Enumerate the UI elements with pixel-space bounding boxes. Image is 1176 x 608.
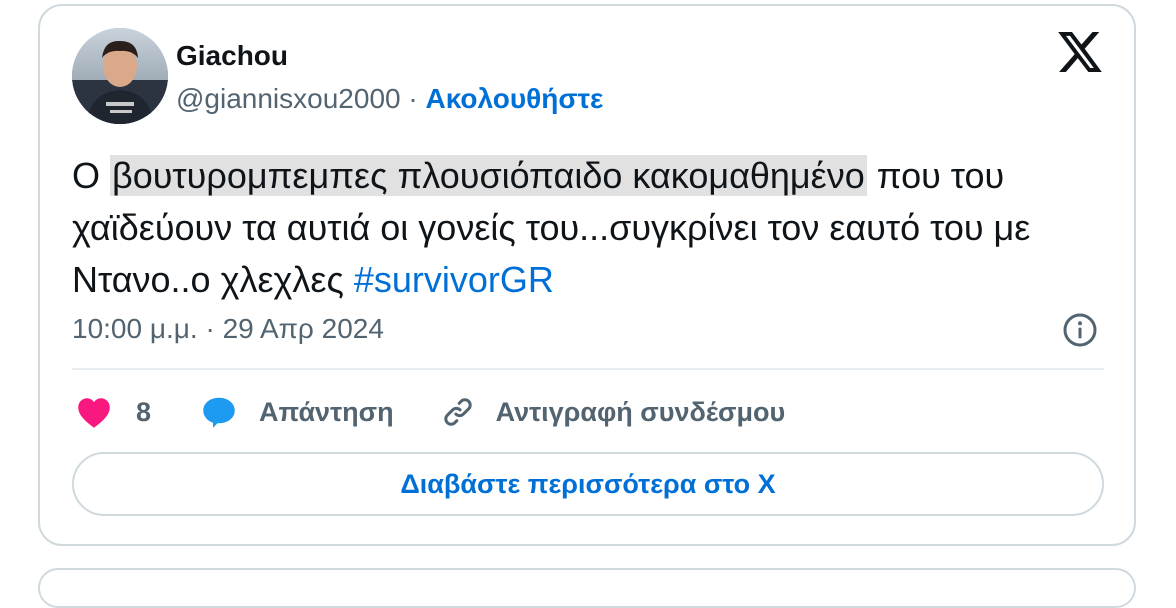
- info-icon[interactable]: [1062, 312, 1098, 348]
- tweet-date: 29 Απρ 2024: [222, 313, 384, 344]
- heart-icon: [78, 398, 110, 428]
- like-button[interactable]: 8: [76, 395, 151, 429]
- read-more-button[interactable]: Διαβάστε περισσότερα στο X: [72, 452, 1104, 516]
- speech-bubble-icon: [203, 397, 235, 428]
- author-name[interactable]: Giachou: [176, 40, 288, 72]
- tweet-text: Ο βουτυρομπεμπες πλουσιόπαιδο κακομαθημέ…: [72, 150, 1112, 306]
- divider: [72, 368, 1104, 370]
- author-handle-row: @giannisxou2000 · Ακολουθήστε: [176, 82, 603, 116]
- reply-button[interactable]: Απάντηση: [201, 395, 394, 429]
- tweet-text-start: Ο: [72, 155, 111, 196]
- action-bar: 8 Απάντηση Αντιγραφή συνδέσμου: [76, 392, 785, 432]
- highlighted-text: βουτυρομπεμπες πλουσιόπαιδο κακομαθημένο: [110, 155, 867, 196]
- avatar[interactable]: [72, 28, 168, 124]
- x-logo-icon[interactable]: [1058, 32, 1102, 72]
- next-tweet-card-edge: [38, 568, 1136, 608]
- link-icon: [443, 398, 472, 426]
- tweet-time: 10:00 μ.μ.: [72, 313, 198, 344]
- like-count: 8: [136, 396, 152, 427]
- author-handle[interactable]: @giannisxou2000: [176, 83, 401, 114]
- reply-label: Απάντηση: [259, 396, 394, 427]
- copy-link-button[interactable]: Αντιγραφή συνδέσμου: [440, 394, 786, 430]
- hashtag-link[interactable]: #survivorGR: [354, 259, 554, 300]
- follow-button[interactable]: Ακολουθήστε: [425, 83, 603, 114]
- tweet-timestamp[interactable]: 10:00 μ.μ. · 29 Απρ 2024: [72, 312, 384, 346]
- meta-separator: ·: [197, 313, 223, 344]
- copy-link-label: Αντιγραφή συνδέσμου: [495, 396, 786, 427]
- handle-separator: ·: [408, 83, 418, 114]
